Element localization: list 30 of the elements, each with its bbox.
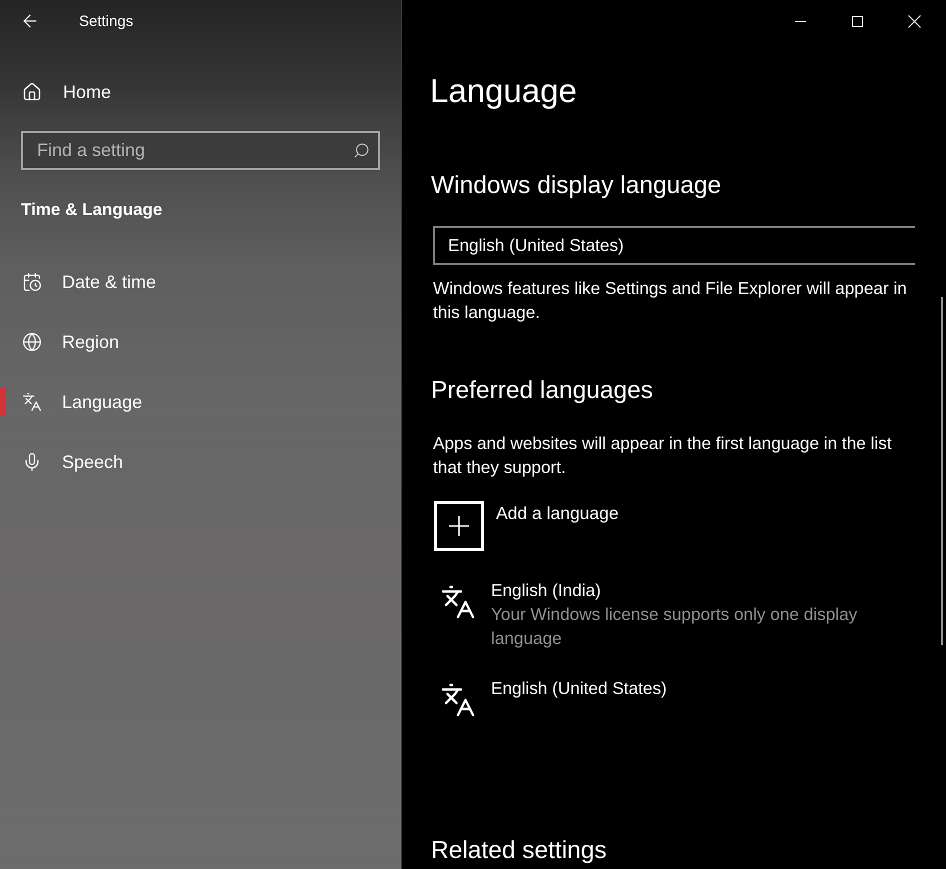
language-note: Your Windows license supports only one display language bbox=[491, 603, 858, 650]
language-icon bbox=[22, 392, 42, 412]
window-title: Settings bbox=[79, 12, 134, 30]
search-field[interactable]: Find a setting bbox=[21, 131, 380, 170]
home-nav-item[interactable]: Home bbox=[0, 72, 401, 112]
page-title: Language bbox=[430, 71, 578, 111]
plus-icon bbox=[434, 501, 484, 551]
add-language-button[interactable]: Add a language bbox=[434, 501, 619, 551]
search-icon bbox=[353, 142, 370, 159]
section-heading: Related settings bbox=[431, 836, 608, 866]
language-icon bbox=[440, 584, 476, 620]
section-description: Windows features like Settings and File Explorer will appear in this language. bbox=[433, 277, 908, 324]
section-description: Apps and websites will appear in the first language in the list that they support. bbox=[433, 432, 893, 479]
nav-item[interactable]: Date & time bbox=[0, 268, 401, 296]
close-icon bbox=[908, 14, 921, 28]
section-heading: Windows display language bbox=[431, 171, 722, 201]
globe-icon bbox=[22, 332, 42, 352]
home-icon bbox=[22, 82, 42, 102]
language-icon bbox=[440, 682, 476, 718]
minimize-icon bbox=[795, 20, 806, 22]
language-dropdown[interactable]: English (United States) bbox=[433, 226, 915, 265]
nav-item[interactable]: Region bbox=[0, 328, 401, 356]
nav-item[interactable]: Speech bbox=[0, 448, 401, 476]
section-title: Time & Language bbox=[21, 199, 164, 221]
calendar-clock-icon bbox=[22, 272, 42, 292]
maximize-icon bbox=[852, 16, 863, 26]
scrollbar-thumb[interactable] bbox=[941, 297, 943, 645]
language-name[interactable]: English (India) bbox=[491, 578, 903, 602]
language-name[interactable]: English (United States) bbox=[491, 676, 667, 700]
section-heading: Preferred languages bbox=[431, 376, 654, 406]
